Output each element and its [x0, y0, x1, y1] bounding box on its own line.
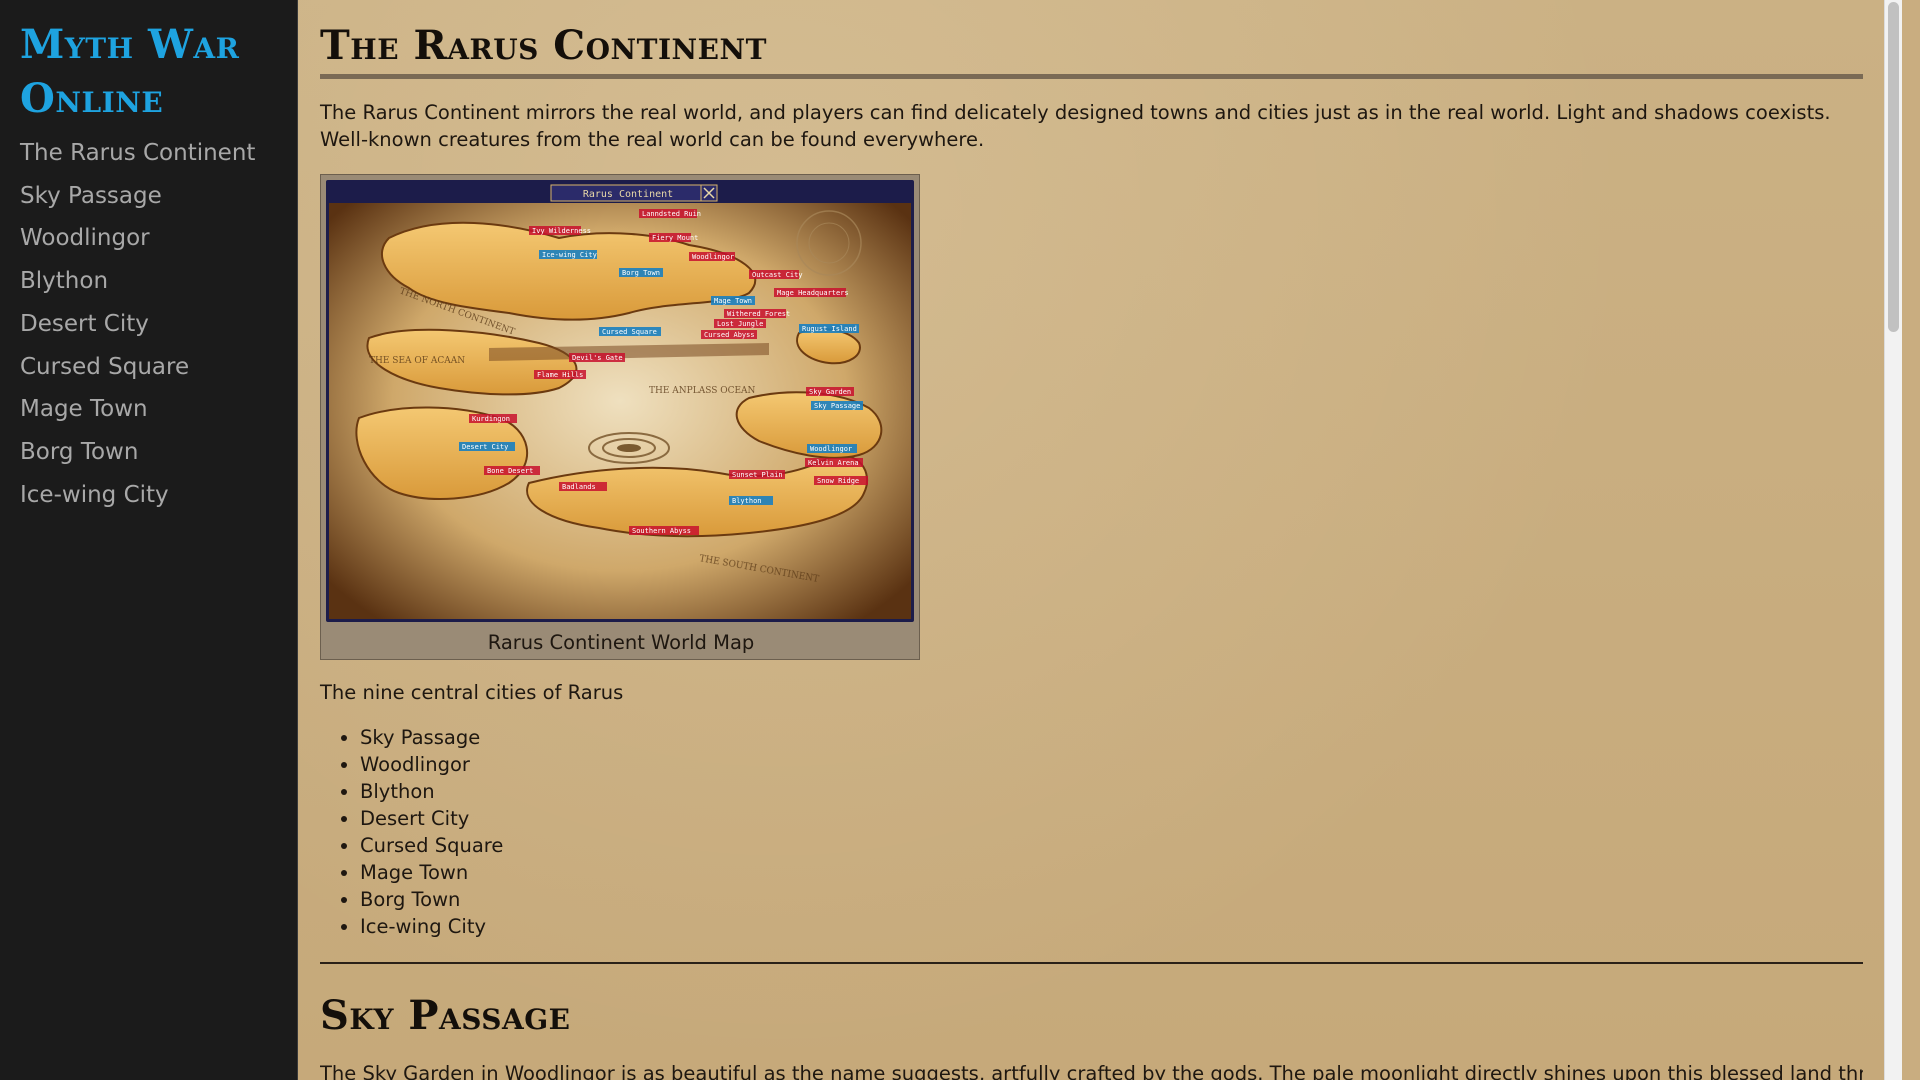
map-label-sky-garden: Sky Garden [809, 388, 851, 396]
list-item: Borg Town [360, 886, 503, 913]
city-list: Sky Passage Woodlingor Blython Desert Ci… [320, 724, 503, 940]
world-map-image[interactable]: Rarus Continent Lanndsted Ruin Ivy Wilde… [326, 180, 914, 622]
nav-item-woodlingor[interactable]: Woodlingor [20, 217, 277, 260]
map-label-rugust-island: Rugust Island [802, 325, 857, 333]
map-label-ivy-wilderness: Ivy Wilderness [532, 227, 591, 235]
map-label-mage-headquarters: Mage Headquarters [777, 289, 849, 297]
nav-item-blython[interactable]: Blython [20, 260, 277, 303]
map-label-lanndsted-ruin: Lanndsted Ruin [642, 210, 701, 218]
map-label-devils-gate: Devil's Gate [572, 354, 623, 362]
map-label-kelvin-arena: Kelvin Arena [808, 459, 859, 467]
scrollbar-thumb[interactable] [1888, 2, 1899, 332]
sidebar: Myth War Online The Rarus Continent Sky … [0, 0, 298, 1080]
site-title: Myth War Online [20, 18, 277, 126]
map-region-anplass-ocean: THE ANPLASS OCEAN [649, 386, 756, 396]
intro-paragraph: The Rarus Continent mirrors the real wor… [320, 101, 1831, 151]
section-title-sky-passage: Sky Passage [320, 992, 571, 1039]
map-label-desert-city: Desert City [462, 443, 508, 451]
nav-item-cursed-square[interactable]: Cursed Square [20, 346, 277, 389]
list-item: Ice-wing City [360, 913, 503, 940]
main-content[interactable]: The Rarus Continent The Rarus Continent … [298, 0, 1902, 1080]
nav-item-borg-town[interactable]: Borg Town [20, 431, 277, 474]
list-item: Blython [360, 778, 503, 805]
list-item: Desert City [360, 805, 503, 832]
list-item: Cursed Square [360, 832, 503, 859]
map-label-mage-town: Mage Town [714, 297, 752, 305]
map-label-sky-passage: Sky Passage [814, 402, 860, 410]
figure-caption: Rarus Continent World Map [487, 631, 755, 654]
section-divider [320, 962, 1863, 964]
map-label-woodlingor-north: Woodlingor [692, 253, 734, 261]
map-region-sea-of-acaan: THE SEA OF ACAAN [369, 356, 465, 366]
map-label-borg-town: Borg Town [622, 269, 660, 277]
map-label-woodlingor: Woodlingor [810, 445, 852, 453]
nav-item-mage-town[interactable]: Mage Town [20, 388, 277, 431]
map-label-lost-jungle: Lost Jungle [717, 320, 763, 328]
map-label-bone-desert: Bone Desert [487, 467, 533, 475]
map-label-snow-ridge: Snow Ridge [817, 477, 859, 485]
map-label-outcast-city: Outcast City [752, 271, 803, 279]
world-map-figure: Rarus Continent Lanndsted Ruin Ivy Wilde… [320, 174, 920, 660]
vertical-scrollbar[interactable] [1884, 0, 1902, 1080]
map-label-kurdingon: Kurdingon [472, 415, 510, 423]
map-label-cursed-abyss: Cursed Abyss [704, 331, 755, 339]
list-item: Sky Passage [360, 724, 503, 751]
nav-item-sky-passage[interactable]: Sky Passage [20, 175, 277, 218]
nav-item-ice-wing-city[interactable]: Ice-wing City [20, 474, 277, 517]
map-label-withered-forest: Withered Forest [727, 310, 790, 318]
map-label-badlands: Badlands [562, 483, 596, 491]
map-label-ice-wing-city: Ice-wing City [542, 251, 597, 259]
list-item: Woodlingor [360, 751, 503, 778]
sky-passage-paragraph: The Sky Garden in Woodlingor is as beaut… [320, 1062, 1863, 1080]
map-label-blython: Blython [732, 497, 762, 505]
map-header: Rarus Continent [583, 189, 673, 200]
map-label-southern-abyss: Southern Abyss [632, 527, 691, 535]
map-label-sunset-plain: Sunset Plain [732, 471, 783, 479]
list-item: Mage Town [360, 859, 503, 886]
cities-intro: The nine central cities of Rarus [320, 681, 624, 704]
site-title-link[interactable]: Myth War Online [20, 21, 239, 122]
nav-item-desert-city[interactable]: Desert City [20, 303, 277, 346]
nav-item-rarus-continent[interactable]: The Rarus Continent [20, 132, 277, 175]
title-divider [320, 74, 1863, 79]
map-label-flame-hills: Flame Hills [537, 371, 583, 379]
map-label-fiery-mount: Fiery Mount [652, 234, 698, 242]
map-label-cursed-square: Cursed Square [602, 328, 657, 336]
section-title-rarus-continent: The Rarus Continent [320, 22, 767, 69]
